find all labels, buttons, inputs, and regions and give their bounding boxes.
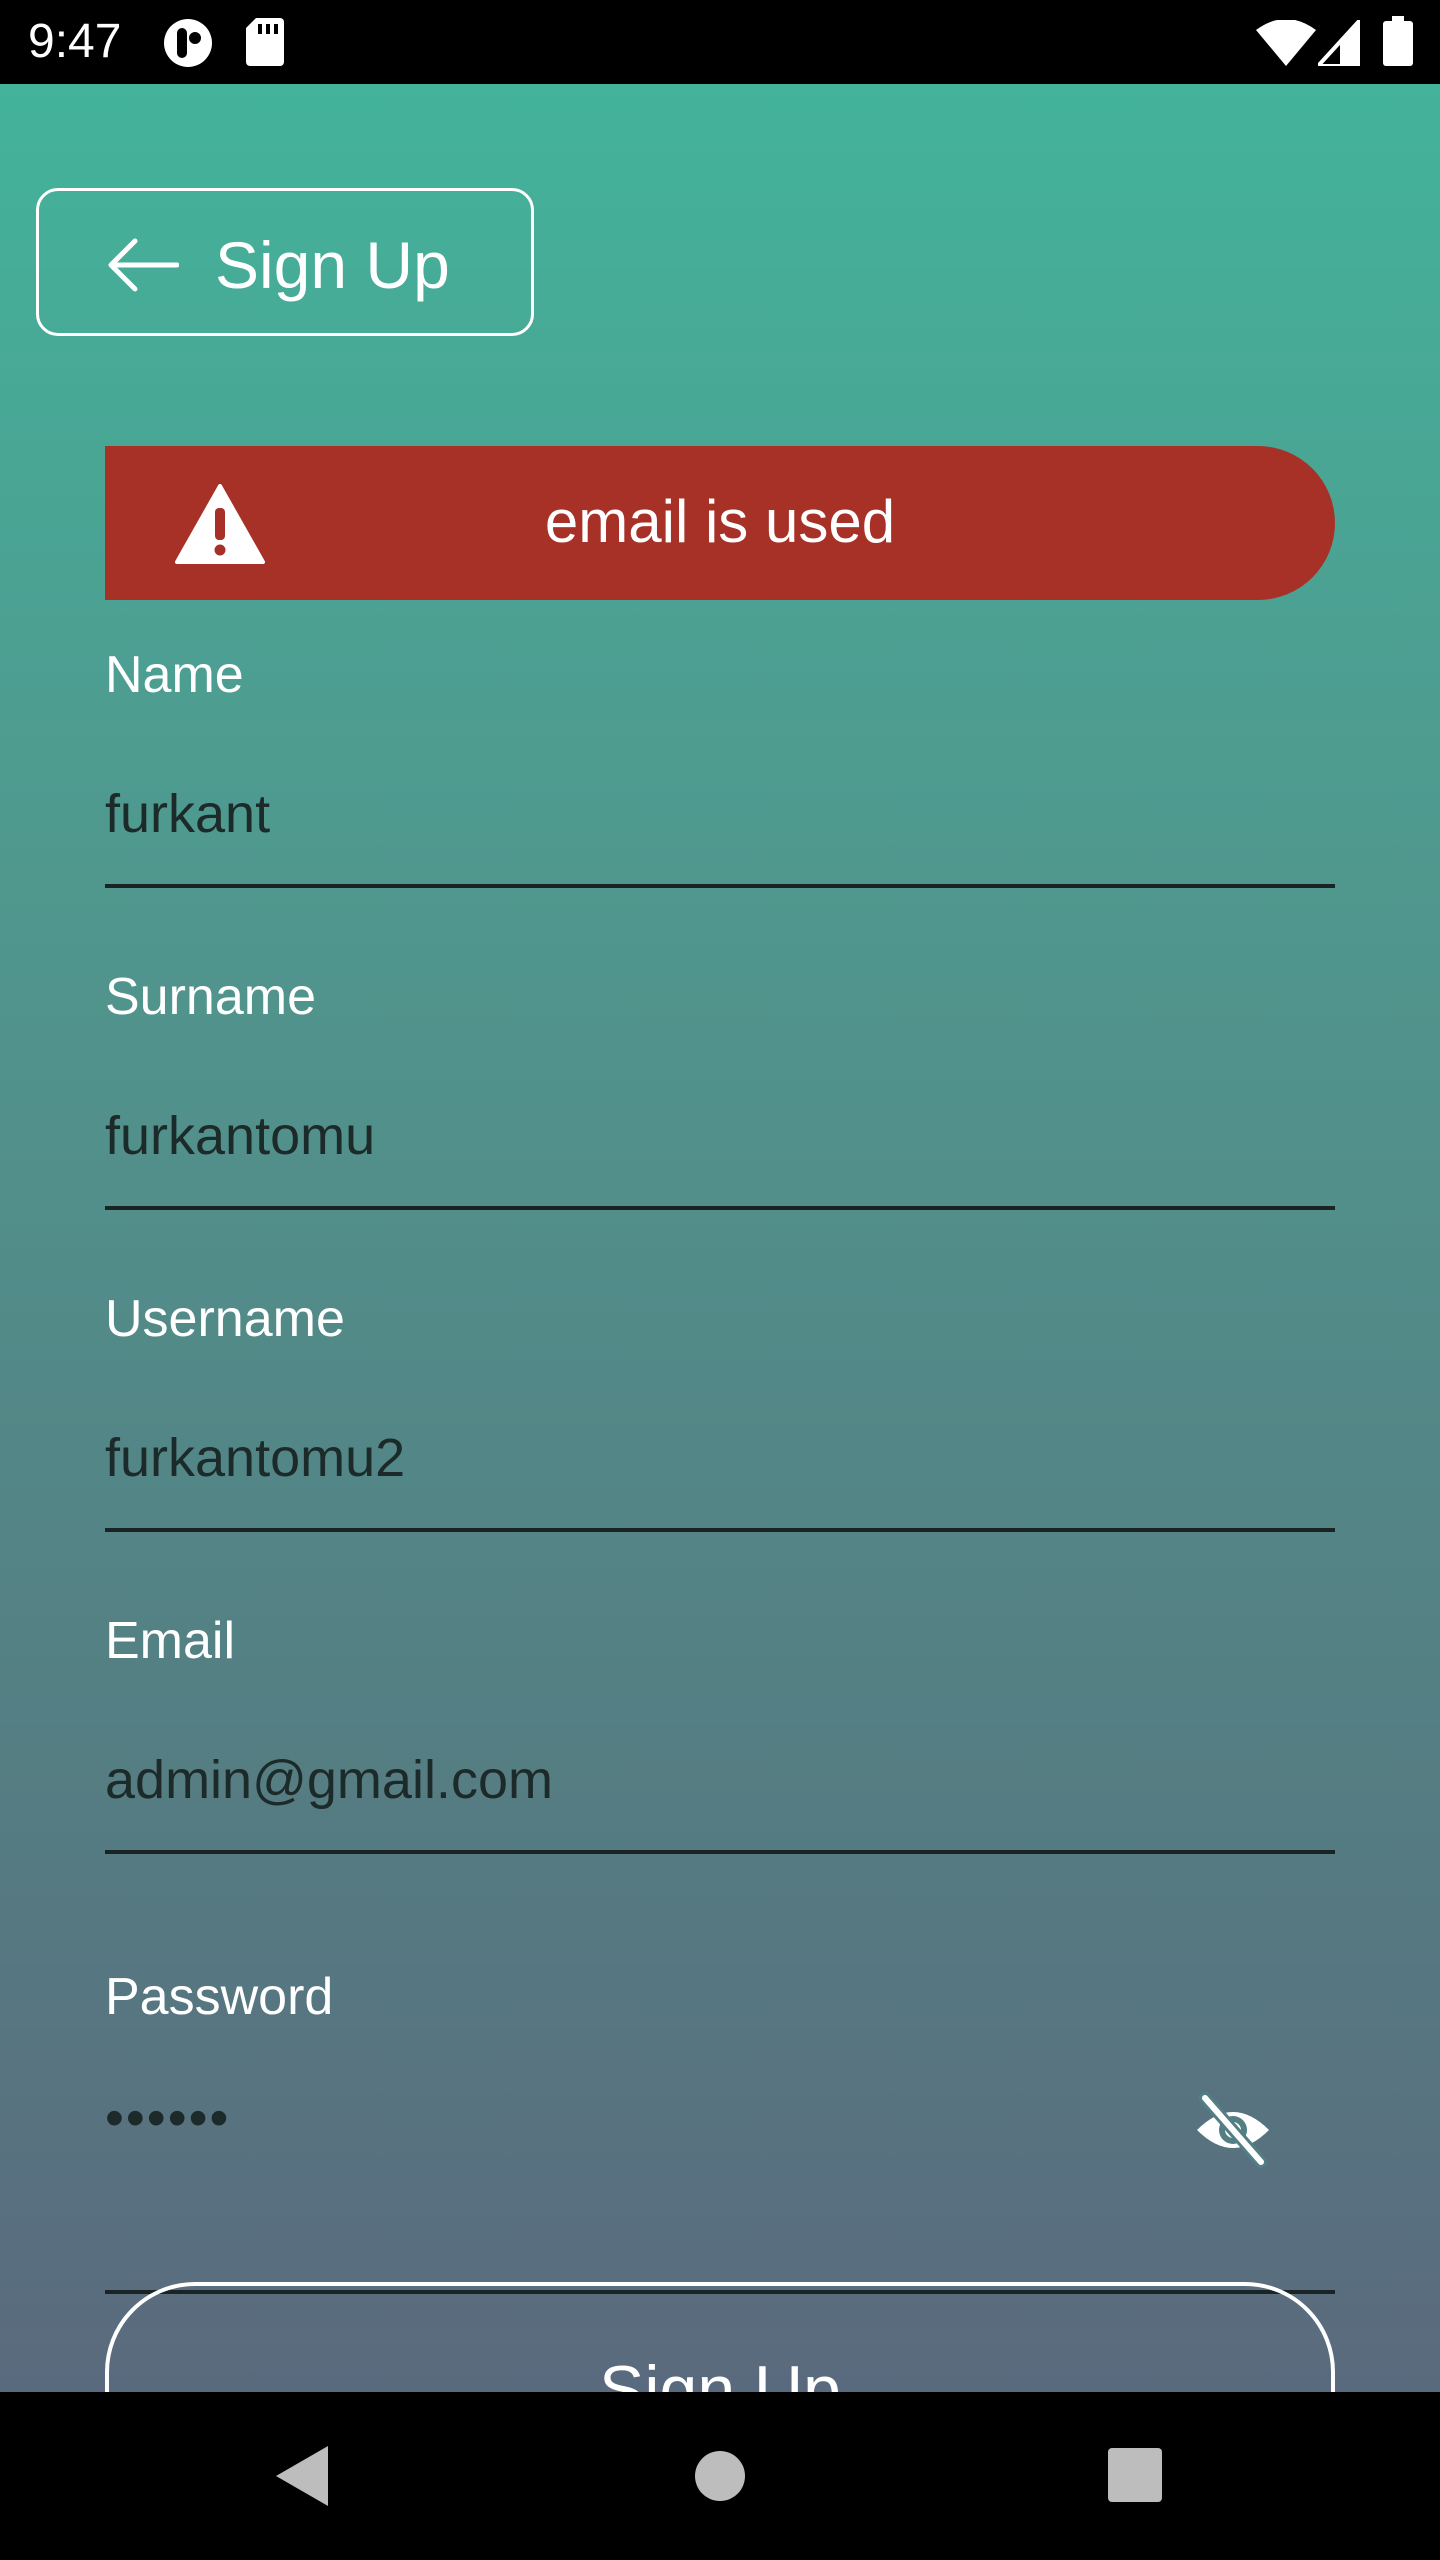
app-notification-icon <box>160 18 216 73</box>
surname-input[interactable]: furkantomu <box>105 1104 1105 1168</box>
arrow-left-icon <box>108 238 179 292</box>
password-label: Password <box>105 1968 334 2026</box>
username-label: Username <box>105 1290 345 1348</box>
battery-icon <box>1383 16 1413 71</box>
password-field[interactable]: Password •••••• <box>105 1966 1335 2296</box>
email-label: Email <box>105 1612 236 1670</box>
name-label: Name <box>105 646 244 704</box>
nav-recents-icon[interactable] <box>1108 2448 1162 2507</box>
signup-screen: Sign Up email is used Name furkant Surna… <box>0 84 1440 2392</box>
surname-field[interactable]: Surname furkantomu <box>105 966 1335 1296</box>
sd-card-icon <box>246 18 284 71</box>
password-visibility-toggle[interactable] <box>1191 2088 1275 2172</box>
eye-off-icon <box>1197 2092 1269 2168</box>
name-field[interactable]: Name furkant <box>105 644 1335 974</box>
error-alert: email is used <box>105 446 1335 600</box>
username-field[interactable]: Username furkantomu2 <box>105 1288 1335 1618</box>
navigation-bar <box>0 2392 1440 2560</box>
email-field[interactable]: Email admin@gmail.com <box>105 1610 1335 1940</box>
username-underline <box>105 1528 1335 1532</box>
status-bar: 9:47 <box>0 0 1440 84</box>
password-input[interactable]: •••••• <box>105 2086 1105 2150</box>
wifi-icon <box>1256 19 1316 71</box>
email-input[interactable]: admin@gmail.com <box>105 1748 1105 1812</box>
sign-up-button-label: Sign Up <box>599 2352 841 2392</box>
status-time: 9:47 <box>28 15 122 68</box>
username-input[interactable]: furkantomu2 <box>105 1426 1105 1490</box>
back-button[interactable]: Sign Up <box>36 188 534 336</box>
surname-label: Surname <box>105 968 316 1026</box>
alert-message: email is used <box>544 488 896 555</box>
name-input[interactable]: furkant <box>105 782 1105 846</box>
signal-icon <box>1313 14 1362 71</box>
nav-back-icon[interactable] <box>272 2444 332 2513</box>
back-button-label: Sign Up <box>215 228 450 302</box>
surname-underline <box>105 1206 1335 1210</box>
sign-up-button[interactable]: Sign Up <box>105 2282 1335 2392</box>
email-underline <box>105 1850 1335 1854</box>
name-underline <box>105 884 1335 888</box>
nav-home-icon[interactable] <box>694 2450 746 2507</box>
